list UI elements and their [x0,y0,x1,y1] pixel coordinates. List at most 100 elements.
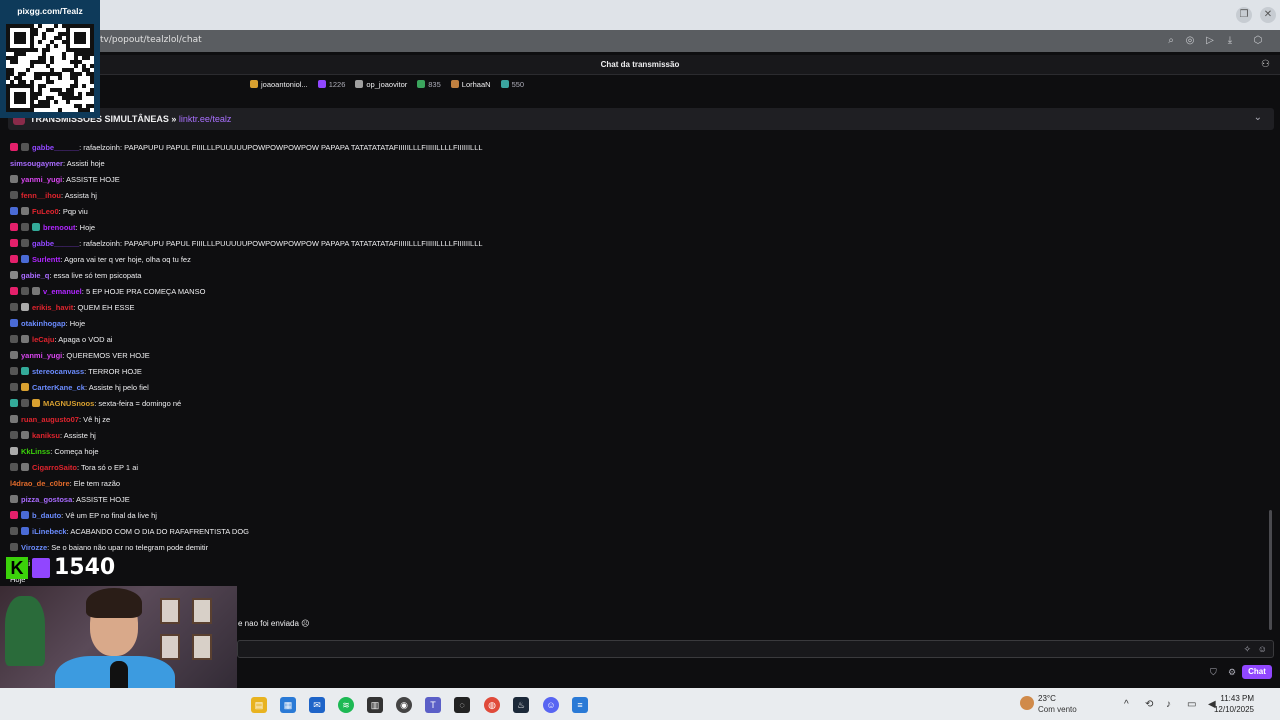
badge-icon[interactable] [10,495,18,503]
chat-username[interactable]: FuLeo0 [32,207,59,216]
teams-icon[interactable]: T [425,697,441,713]
chat-username[interactable]: brenoout [43,223,76,232]
badge-icon[interactable] [10,447,18,455]
chat-username[interactable]: CigarroSaito [32,463,77,472]
badge-icon[interactable] [21,511,29,519]
chat-message[interactable]: leCaju: Apaga o VOD ai [10,331,1260,347]
chat-username[interactable]: leCaju [32,335,55,344]
badge-icon[interactable] [21,335,29,343]
badge-icon[interactable] [21,383,29,391]
badge-icon[interactable] [10,351,18,359]
chat-message[interactable]: l4drao_de_c0bre: Ele tem razão [10,475,1260,491]
scrollbar[interactable] [1269,510,1272,630]
badge-icon[interactable] [10,255,18,263]
chat-username[interactable]: ruan_augusto07 [21,415,79,424]
pinned-link[interactable]: linktr.ee/tealz [179,114,232,124]
chat-message[interactable]: vod ai [10,555,1260,571]
badge-icon[interactable] [10,399,18,407]
search-icon[interactable]: ⌕ [1164,34,1178,48]
chat-message[interactable]: yanmi_yugi: QUEREMOS VER HOJE [10,347,1260,363]
chat-username[interactable]: v_emanuel [43,287,82,296]
badge-icon[interactable] [21,255,29,263]
chat-message[interactable]: CigarroSaito: Tora só o EP 1 ai [10,459,1260,475]
chat-message[interactable]: Surlentt: Agora vai ter q ver hoje, olha… [10,251,1260,267]
chat-username[interactable]: MAGNUSnoos [43,399,94,408]
badge-icon[interactable] [10,543,18,551]
chat-message[interactable]: Hoje [10,571,1260,587]
chat-input[interactable]: ✧ ☺ [237,640,1274,658]
address-bar[interactable]: tv/popout/tealzlol/chat ⌕ ◎ ▷ ⤓ ⬡ [0,30,1280,52]
file-explorer-icon[interactable]: ▤ [251,697,267,713]
badge-icon[interactable] [21,399,29,407]
chat-username[interactable]: simsougaymer [10,159,63,168]
chrome-icon[interactable]: ◍ [484,697,500,713]
chat-username[interactable]: yanmi_yugi [21,351,62,360]
badge-icon[interactable] [10,303,18,311]
sync-icon[interactable]: ⟲ [1145,699,1153,710]
badge-icon[interactable] [10,463,18,471]
badge-icon[interactable] [10,175,18,183]
badge-icon[interactable] [21,431,29,439]
restore-icon[interactable]: ❐ [1236,7,1252,23]
chat-send-button[interactable]: Chat [1242,665,1272,679]
leaderboard-item[interactable]: 1226 [317,80,345,89]
chat-message[interactable]: CarterKane_ck: Assiste hj pelo fiel [10,379,1260,395]
bits-icon[interactable]: ✧ [1243,644,1251,655]
badge-icon[interactable] [32,399,40,407]
chat-message[interactable]: brenoout: Hoje [10,219,1260,235]
shield-icon[interactable]: ◎ [1183,34,1197,48]
chat-message[interactable]: v_emanuel: 5 EP HOJE PRA COMEÇA MANSO [10,283,1260,299]
badge-icon[interactable] [10,191,18,199]
badge-icon[interactable] [10,367,18,375]
badge-icon[interactable] [10,271,18,279]
steam-icon[interactable]: ♨ [513,697,529,713]
badge-icon[interactable] [10,335,18,343]
obs-icon[interactable]: ◉ [396,697,412,713]
leaderboard-item[interactable]: LorhaaN [450,80,491,89]
chat-message[interactable]: pizza_gostosa: ASSISTE HOJE [10,491,1260,507]
notepad-icon[interactable]: ≡ [572,697,588,713]
badge-icon[interactable] [32,223,40,231]
app-icon[interactable]: ▥ [367,697,383,713]
chat-message[interactable]: fenn__ihou: Assista hj [10,187,1260,203]
badge-icon[interactable] [10,527,18,535]
chat-message[interactable]: gabbe______: rafaelzoinh: PAPAPUPU PAPUL… [10,235,1260,251]
chat-username[interactable]: yanmi_yugi [21,175,62,184]
chat-username[interactable]: b_dauto [32,511,61,520]
chat-message[interactable]: KkLinss: Começa hoje [10,443,1260,459]
download-icon[interactable]: ⤓ [1223,34,1237,48]
chat-username[interactable]: kaniksu [32,431,60,440]
network-icon[interactable]: ▭ [1187,699,1196,710]
discord-icon[interactable]: ☺ [543,697,559,713]
leaderboard-item[interactable]: 835 [417,80,441,89]
badge-icon[interactable] [21,303,29,311]
outlook-icon[interactable]: ✉ [309,697,325,713]
play-icon[interactable]: ▷ [1203,34,1217,48]
leaderboard-item[interactable]: 550 [500,80,524,89]
chat-message[interactable]: stereocanvass: TERROR HOJE [10,363,1260,379]
badge-icon[interactable] [10,223,18,231]
badge-icon[interactable] [21,463,29,471]
chat-username[interactable]: CarterKane_ck [32,383,85,392]
badge-icon[interactable] [10,431,18,439]
chat-username[interactable]: stereocanvass [32,367,84,376]
chat-message[interactable]: simsougaymer: Assisti hoje [10,155,1260,171]
badge-icon[interactable] [21,239,29,247]
pinned-message[interactable]: TRANSMISSÕES SIMULTÂNEAS » linktr.ee/tea… [8,108,1274,130]
chat-message[interactable]: otakinhogap: Hoje [10,315,1260,331]
close-icon[interactable]: ✕ [1260,7,1276,23]
chat-username[interactable]: otakinhogap [21,319,66,328]
badge-icon[interactable] [21,207,29,215]
chat-message[interactable]: MAGNUSnoos: sexta-feira = domingo né [10,395,1260,411]
badge-icon[interactable] [21,287,29,295]
chat-username[interactable]: l4drao_de_c0bre [10,479,70,488]
chat-message[interactable]: b_dauto: Vê um EP no final da live hj [10,507,1260,523]
badge-icon[interactable] [21,223,29,231]
badge-icon[interactable] [10,239,18,247]
mic-icon[interactable]: ♪ [1166,699,1171,710]
chat-message[interactable]: gabbe______: rafaelzoinh: PAPAPUPU PAPUL… [10,139,1260,155]
chat-message[interactable]: yanmi_yugi: ASSISTE HOJE [10,171,1260,187]
chat-username[interactable]: gabie_q [21,271,49,280]
badge-icon[interactable] [21,143,29,151]
chat-username[interactable]: iLinebeck [32,527,67,536]
